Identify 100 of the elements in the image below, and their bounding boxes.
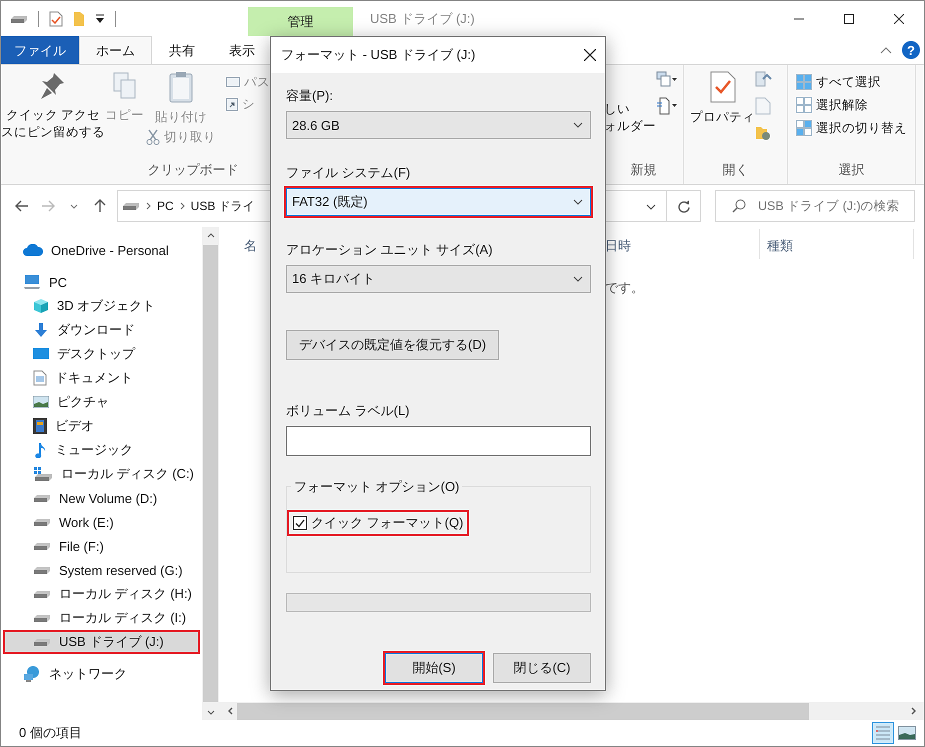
chevron-down-icon	[646, 204, 656, 210]
cloud-icon	[23, 244, 43, 256]
chevron-down-icon	[573, 199, 583, 205]
new-item-icon[interactable]	[656, 71, 678, 87]
nav-item[interactable]: File (F:)	[3, 534, 200, 558]
nav-item[interactable]: System reserved (G:)	[3, 558, 200, 582]
up-icon[interactable]	[94, 199, 106, 213]
field-label: ボリューム ラベル(L)	[286, 402, 410, 420]
horizontal-scrollbar[interactable]	[219, 702, 924, 720]
open-icon[interactable]	[755, 71, 773, 87]
large-icons-view-icon	[898, 726, 916, 740]
drive-icon	[33, 565, 51, 575]
path-icon	[226, 77, 240, 87]
drive-icon	[33, 541, 51, 551]
dialog-title: フォーマット - USB ドライブ (J:)	[281, 46, 476, 64]
nav-item[interactable]: ドキュメント	[3, 366, 200, 390]
back-icon[interactable]	[15, 200, 29, 212]
group-title: フォーマット オプション(O)	[291, 478, 462, 496]
column-header[interactable]: 日時	[605, 237, 631, 255]
ribbon-tab[interactable]: 表示	[212, 36, 272, 64]
scroll-up-icon[interactable]	[206, 232, 214, 238]
drive-icon	[10, 14, 28, 24]
film-icon	[33, 418, 47, 434]
ribbon-tab[interactable]: 共有	[152, 36, 212, 64]
dialog-button[interactable]: 開始(S)	[385, 653, 483, 683]
cube-icon	[33, 298, 49, 314]
nav-item[interactable]: ローカル ディスク (C:)	[3, 462, 200, 486]
document-icon	[33, 370, 47, 386]
nav-item[interactable]: ローカル ディスク (I:)	[3, 606, 200, 630]
refresh-icon[interactable]	[678, 200, 690, 212]
dropdown[interactable]: FAT32 (既定)	[286, 188, 591, 216]
check-icon	[295, 518, 305, 528]
recent-locations-icon[interactable]	[70, 204, 78, 208]
drive-icon	[33, 493, 51, 503]
nav-item[interactable]: デスクトップ	[3, 342, 200, 366]
scroll-right-icon[interactable]	[911, 707, 916, 715]
pin-button[interactable]: クイック アクセ スにピン留めする	[1, 71, 105, 161]
drive-icon	[33, 637, 51, 647]
field-label: 容量(P):	[286, 87, 334, 105]
collapse-ribbon-icon[interactable]	[880, 46, 892, 54]
system-drive-icon	[33, 467, 53, 481]
nav-item[interactable]: ビデオ	[3, 414, 200, 438]
selection-grid-icon	[796, 74, 812, 90]
chevron-right-icon	[180, 202, 185, 210]
nav-item[interactable]: USB ドライブ (J:)	[3, 630, 200, 654]
nav-item[interactable]: 3D オブジェクト	[3, 294, 200, 318]
column-header[interactable]: 名	[244, 237, 257, 255]
nav-item[interactable]: ローカル ディスク (H:)	[3, 582, 200, 606]
nav-item[interactable]: ピクチャ	[3, 390, 200, 414]
nav-item[interactable]: PC	[3, 270, 200, 294]
dropdown[interactable]: 28.6 GB	[286, 111, 591, 139]
scissors-icon	[146, 129, 160, 145]
vertical-scrollbar[interactable]	[202, 227, 219, 720]
close-icon[interactable]	[894, 14, 904, 24]
column-header[interactable]: 種類	[767, 237, 793, 255]
dropdown[interactable]: 16 キロバイト	[286, 265, 591, 293]
scroll-down-icon[interactable]	[206, 710, 214, 714]
view-button[interactable]	[872, 722, 894, 744]
help-button[interactable]: ?	[902, 41, 920, 59]
drive-icon	[122, 201, 140, 211]
copy-icon	[112, 71, 138, 101]
ribbon-tab[interactable]: ホーム	[79, 36, 152, 64]
properties-button[interactable]: プロパティ	[684, 71, 755, 161]
nav-item[interactable]: OneDrive - Personal	[3, 238, 200, 262]
close-icon[interactable]	[584, 49, 596, 61]
search-field[interactable]: USB ドライブ (J:)の検索	[715, 190, 915, 222]
nav-item[interactable]: ダウンロード	[3, 318, 200, 342]
network-icon	[23, 666, 41, 682]
breadcrumb[interactable]: USB ドライ	[190, 198, 255, 214]
search-icon	[732, 199, 746, 213]
ribbon-tab[interactable]: ファイル	[1, 36, 79, 64]
select-command[interactable]: すべて選択	[796, 71, 907, 93]
group-label: 新規	[630, 161, 658, 179]
group-label: 開く	[722, 161, 750, 179]
restore-defaults-button[interactable]: デバイスの既定値を復元する(D)	[286, 330, 500, 360]
select-command[interactable]: 選択解除	[796, 94, 907, 116]
computer-icon	[23, 274, 41, 290]
empty-folder-message: です。	[605, 279, 644, 297]
download-icon	[33, 322, 49, 338]
new-folder-button[interactable]: しい ォルダー	[604, 71, 656, 161]
context-tab[interactable]: 管理	[248, 7, 353, 36]
chevron-down-icon	[573, 276, 583, 282]
dropdown-icon[interactable]	[95, 14, 105, 24]
nav-item[interactable]: Work (E:)	[3, 510, 200, 534]
select-command[interactable]: 選択の切り替え	[796, 117, 907, 139]
breadcrumb[interactable]: PC	[157, 199, 174, 213]
nav-item[interactable]: New Volume (D:)	[3, 486, 200, 510]
item-count: 0 個の項目	[19, 724, 82, 742]
maximize-icon[interactable]	[844, 14, 854, 24]
properties-icon[interactable]	[49, 10, 63, 26]
checkbox[interactable]	[293, 516, 307, 530]
nav-item[interactable]: ミュージック	[3, 438, 200, 462]
drive-icon	[33, 517, 51, 527]
quick-format-checkbox[interactable]: クイック フォーマット(Q)	[287, 510, 470, 536]
scroll-left-icon[interactable]	[228, 707, 233, 715]
shortcut-icon	[226, 97, 238, 111]
nav-item[interactable]: ネットワーク	[3, 662, 200, 686]
chevron-right-icon	[146, 202, 151, 210]
volume-label-field[interactable]	[286, 426, 591, 456]
dialog-button[interactable]: 閉じる(C)	[493, 653, 591, 683]
